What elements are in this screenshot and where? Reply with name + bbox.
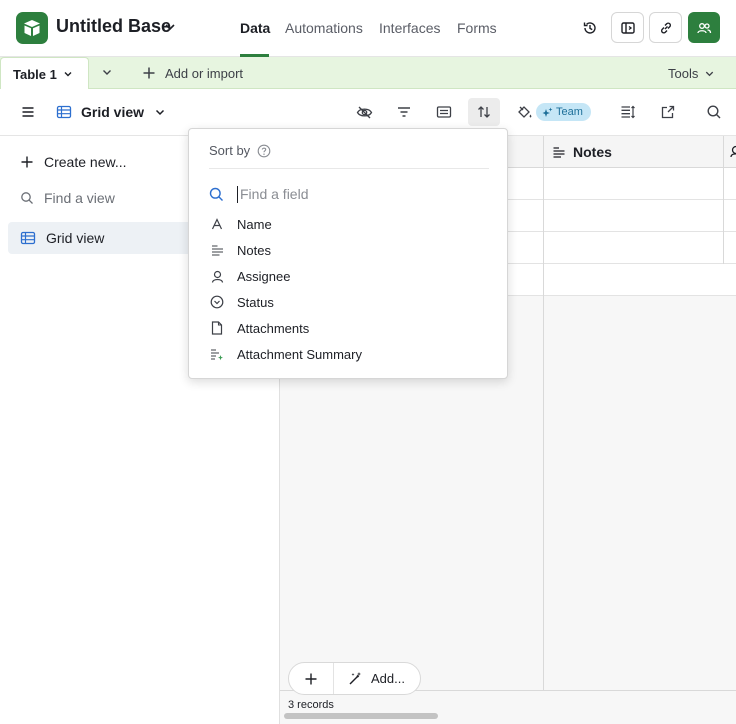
next-column-icon <box>730 145 736 159</box>
field-label: Assignee <box>237 268 291 284</box>
field-label: Name <box>237 216 272 232</box>
launch-app-button[interactable] <box>611 12 644 43</box>
field-label: Attachments <box>237 320 310 336</box>
base-title[interactable]: Untitled Base <box>56 16 171 37</box>
field-label: Attachment Summary <box>237 346 362 362</box>
grid-view-icon <box>56 105 72 119</box>
tools-label: Tools <box>668 65 699 81</box>
tab-automations[interactable]: Automations <box>285 20 363 36</box>
find-field-input[interactable] <box>237 185 477 203</box>
sort-field-status[interactable]: Status <box>209 289 489 315</box>
add-record-button[interactable] <box>289 663 334 694</box>
base-logo-icon[interactable] <box>16 12 48 44</box>
column-divider <box>723 136 724 264</box>
team-badge-label: Team <box>556 106 583 118</box>
table-tab-label: Table 1 <box>13 66 57 82</box>
sort-popover: Sort by Name Notes Assig <box>188 128 508 379</box>
tab-interfaces[interactable]: Interfaces <box>379 20 440 36</box>
sidebar-item-label: Grid view <box>46 230 105 246</box>
history-icon[interactable] <box>578 14 602 42</box>
link-icon <box>660 22 671 33</box>
menu-icon[interactable] <box>12 98 44 126</box>
tab-data[interactable]: Data <box>240 20 270 36</box>
single-line-text-icon <box>209 218 225 230</box>
chevron-down-icon <box>156 109 165 116</box>
view-name: Grid view <box>81 104 145 120</box>
records-count: 3 records <box>288 699 334 711</box>
sort-field-name[interactable]: Name <box>209 211 489 237</box>
find-view-placeholder: Find a view <box>44 190 115 206</box>
field-label: Status <box>237 294 274 310</box>
attachment-icon <box>209 321 225 335</box>
add-more-button[interactable]: Add... <box>334 671 420 686</box>
chevron-down-icon <box>706 71 714 76</box>
field-search <box>209 183 489 205</box>
add-or-import-button[interactable]: Add or import <box>142 57 243 89</box>
sort-popover-header: Sort by <box>209 143 271 158</box>
filter-icon[interactable] <box>388 98 420 126</box>
app-layout-icon <box>620 21 635 34</box>
group-icon[interactable] <box>428 98 460 126</box>
tools-menu-button[interactable]: Tools <box>668 57 715 89</box>
tab-forms[interactable]: Forms <box>457 20 497 36</box>
add-record-pill: Add... <box>288 662 421 695</box>
sort-field-notes[interactable]: Notes <box>209 237 489 263</box>
share-view-icon[interactable] <box>652 98 684 126</box>
app-header: Untitled Base Data Automations Interface… <box>0 0 736 57</box>
plus-icon <box>305 673 317 684</box>
users-icon <box>697 22 712 33</box>
sort-icon[interactable] <box>468 98 500 126</box>
column-header-notes[interactable]: Notes <box>544 136 612 168</box>
sparkle-icon <box>542 107 553 117</box>
grid-view-icon <box>20 231 36 245</box>
row-height-icon[interactable] <box>612 98 644 126</box>
divider <box>209 168 489 169</box>
long-text-icon <box>553 147 565 158</box>
search-icon[interactable] <box>698 98 730 126</box>
add-or-import-label: Add or import <box>165 65 244 81</box>
sort-field-attachments[interactable]: Attachments <box>209 315 489 341</box>
add-more-label: Add... <box>371 671 405 686</box>
chevron-down-icon <box>64 72 72 77</box>
search-icon <box>209 187 223 201</box>
help-icon <box>257 144 271 157</box>
column-divider <box>543 136 544 724</box>
table-tabs-bar: Table 1 Add or import Tools <box>0 57 736 90</box>
user-icon <box>209 270 225 283</box>
create-new-label: Create new... <box>44 154 127 170</box>
long-text-icon <box>209 244 225 256</box>
sort-field-attachment-summary[interactable]: Attachment Summary <box>209 341 489 367</box>
table-tab-active[interactable]: Table 1 <box>0 57 89 90</box>
view-switcher[interactable]: Grid view <box>56 98 166 126</box>
ai-summary-icon <box>209 348 225 361</box>
hide-fields-icon[interactable] <box>348 98 380 126</box>
plus-icon <box>21 156 33 168</box>
plus-icon <box>143 67 155 79</box>
sort-popover-title: Sort by <box>209 143 251 158</box>
copy-link-button[interactable] <box>649 12 682 43</box>
column-header-label: Notes <box>573 144 612 160</box>
field-label: Notes <box>237 242 271 258</box>
single-select-icon <box>209 295 225 309</box>
all-tables-chevron-icon[interactable] <box>101 66 113 78</box>
share-button[interactable] <box>688 12 720 43</box>
search-icon <box>21 192 33 204</box>
chevron-down-icon[interactable] <box>164 21 176 33</box>
sort-field-assignee[interactable]: Assignee <box>209 263 489 289</box>
team-badge[interactable]: Team <box>536 103 591 121</box>
magic-wand-icon <box>349 672 361 685</box>
horizontal-scrollbar[interactable] <box>284 713 438 719</box>
